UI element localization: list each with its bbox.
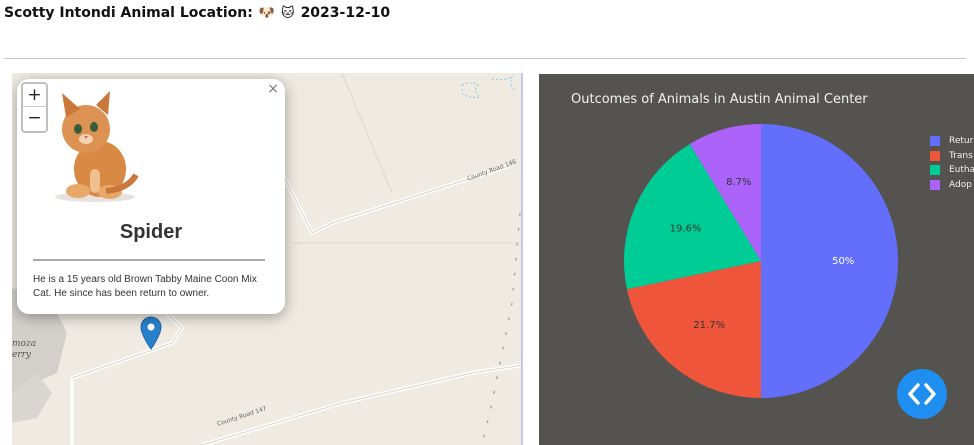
pie-slice[interactable] (761, 124, 898, 398)
slice-label: 50% (832, 256, 854, 267)
popup-close-button[interactable]: × (267, 81, 279, 97)
header-divider (4, 58, 966, 59)
legend-item[interactable]: Eutha (930, 163, 974, 178)
date-text: 2023-12-10 (300, 5, 391, 21)
legend-label: Eutha (949, 165, 974, 176)
cat-photo (55, 91, 139, 202)
legend-label: Adop (949, 179, 972, 190)
legend-item[interactable]: Retur (930, 134, 974, 149)
quarry-label-1: moza (12, 339, 37, 349)
animal-description: He is a 15 years old Brown Tabby Maine C… (33, 274, 257, 299)
legend-swatch-1 (930, 150, 940, 161)
code-arrows-icon (908, 383, 936, 405)
legend-label: Retur (949, 136, 974, 147)
animal-name: Spider (119, 221, 183, 243)
legend-swatch-3 (930, 179, 940, 190)
zoom-out-button[interactable]: − (23, 107, 46, 130)
legend-swatch-0 (930, 136, 940, 147)
code-arrows-button[interactable] (897, 369, 947, 419)
title-text: Scotty Intondi Animal Location: (4, 5, 253, 21)
chart-legend: Retur Trans Eutha Adop (930, 134, 974, 192)
legend-item[interactable]: Trans (930, 149, 974, 164)
dog-icon: 🐶 (258, 5, 275, 21)
legend-item[interactable]: Adop (930, 178, 974, 193)
legend-label: Trans (949, 150, 973, 161)
quarry-label-2: erry (12, 350, 32, 360)
animal-popup: × Spider He is a 15 years old Brown Tabb… (17, 79, 285, 314)
page-title: Scotty Intondi Animal Location: 🐶 🐱 2023… (4, 5, 390, 21)
legend-swatch-2 (930, 165, 940, 176)
zoom-control: + − (21, 82, 48, 133)
map-panel[interactable]: County Road 146 County Road 147 moza err… (12, 73, 523, 445)
map-pin-icon[interactable] (140, 316, 162, 350)
cat-icon: 🐱 (281, 5, 295, 21)
slice-label: 8.7% (726, 177, 751, 188)
slice-label: 19.6% (670, 223, 702, 234)
slice-label: 21.7% (693, 320, 725, 331)
popup-divider (33, 259, 265, 261)
zoom-in-button[interactable]: + (23, 84, 46, 107)
